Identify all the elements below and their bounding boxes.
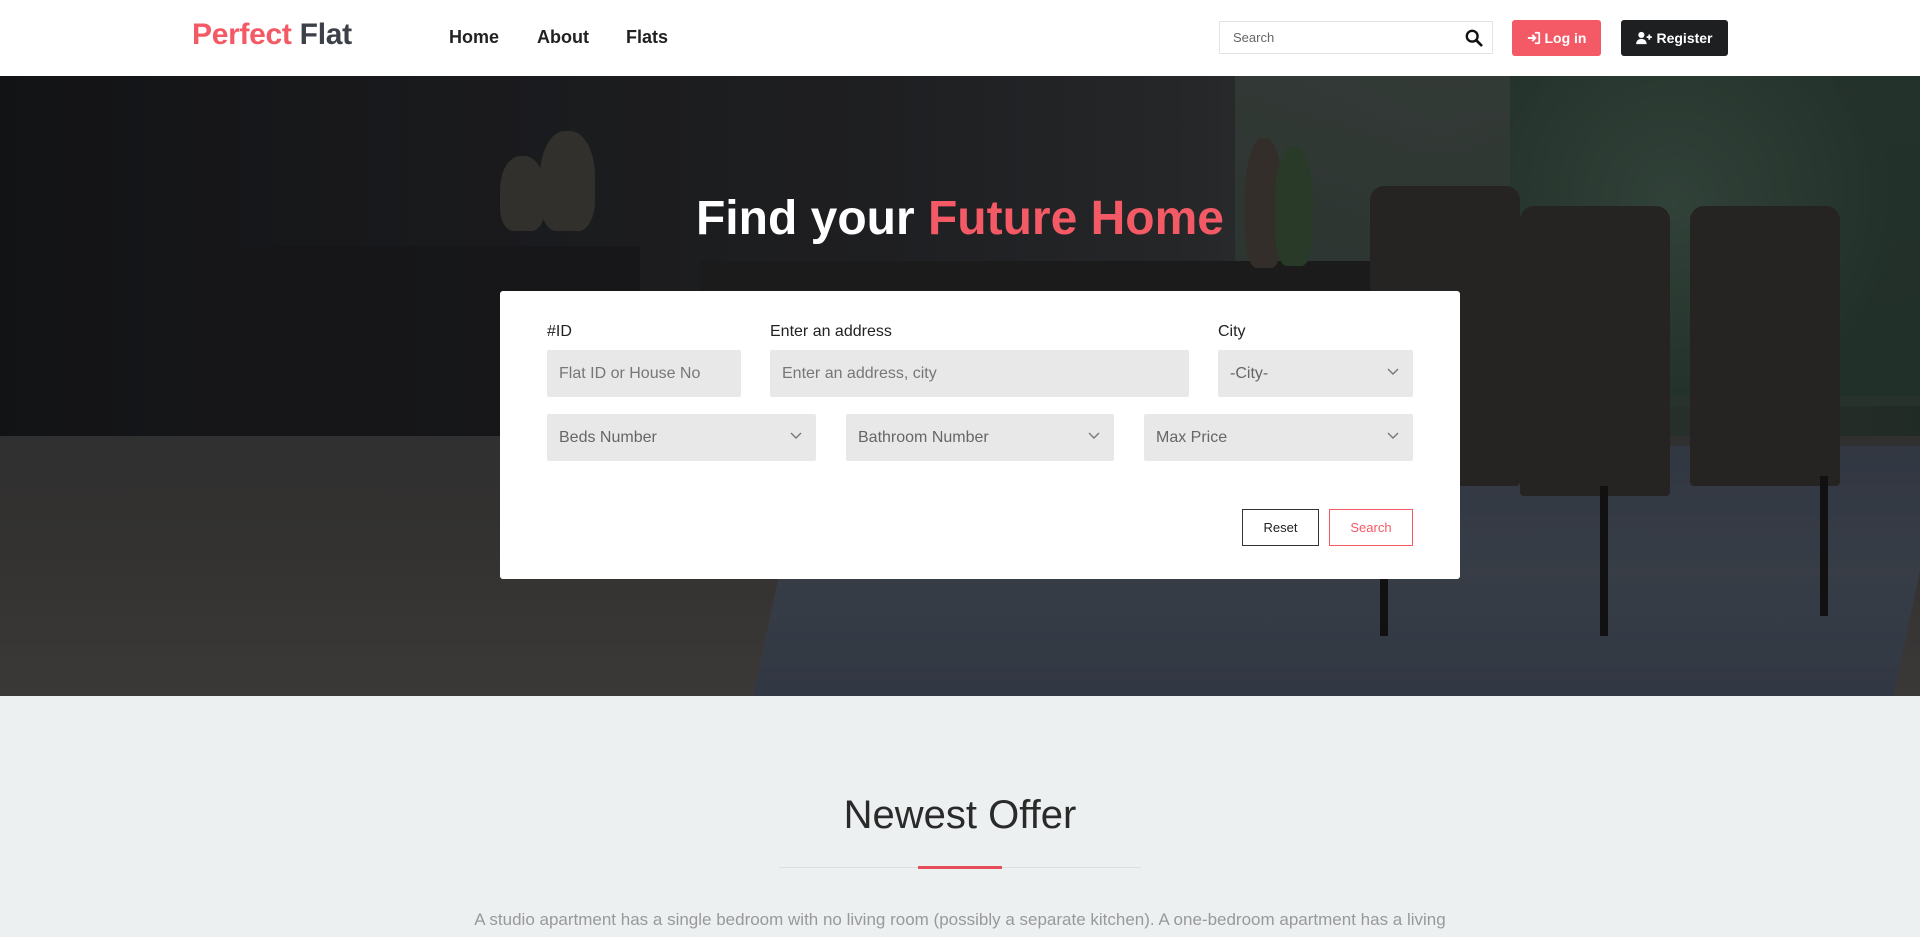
newest-offer-text: A studio apartment has a single bedroom … [474,910,1446,929]
nav-home[interactable]: Home [449,27,499,48]
bathroom-select-value: Bathroom Number [858,428,989,446]
register-button[interactable]: Register [1621,20,1728,56]
header-search [1219,21,1493,54]
login-button[interactable]: Log in [1512,20,1601,56]
register-label: Register [1656,30,1713,46]
chevron-down-icon [1088,432,1100,439]
user-plus-icon [1636,31,1653,45]
id-label: #ID [547,323,572,340]
newest-offer-title: Newest Offer [843,793,1077,837]
beds-select-value: Beds Number [559,428,657,446]
brand-part-2: Flat [299,18,352,51]
brand-logo[interactable]: Perfect Flat [192,18,352,52]
section-divider-accent [918,866,1002,869]
navbar: Perfect Flat Home About Flats Log in Reg… [0,0,1920,76]
search-input[interactable] [1220,22,1460,53]
bathroom-select[interactable]: Bathroom Number [846,414,1114,461]
max-price-select[interactable]: Max Price [1144,414,1413,461]
hero-title-accent: Future Home [927,192,1224,245]
hero-title-plain: Find your [695,192,915,245]
login-label: Log in [1544,30,1587,46]
beds-select[interactable]: Beds Number [547,414,816,461]
form-search-button[interactable]: Search [1329,509,1413,546]
chevron-down-icon [790,432,802,439]
brand-part-1: Perfect [192,18,292,51]
city-select[interactable]: -City- [1218,350,1413,397]
id-input[interactable] [547,350,741,397]
hero-title: Find your Future Home [0,191,1920,246]
nav-about[interactable]: About [537,27,589,48]
address-input[interactable] [770,350,1189,397]
nav-flats[interactable]: Flats [626,27,668,48]
search-icon[interactable] [1465,29,1483,47]
city-select-value: -City- [1230,364,1269,382]
chevron-down-icon [1387,432,1399,439]
max-price-select-value: Max Price [1156,428,1228,446]
city-label: City [1218,323,1246,340]
reset-button[interactable]: Reset [1242,509,1319,546]
address-label: Enter an address [770,323,892,340]
chevron-down-icon [1387,368,1399,375]
search-form-card: #ID Enter an address City -City- Beds Nu… [500,291,1460,579]
sign-in-icon [1527,31,1540,45]
